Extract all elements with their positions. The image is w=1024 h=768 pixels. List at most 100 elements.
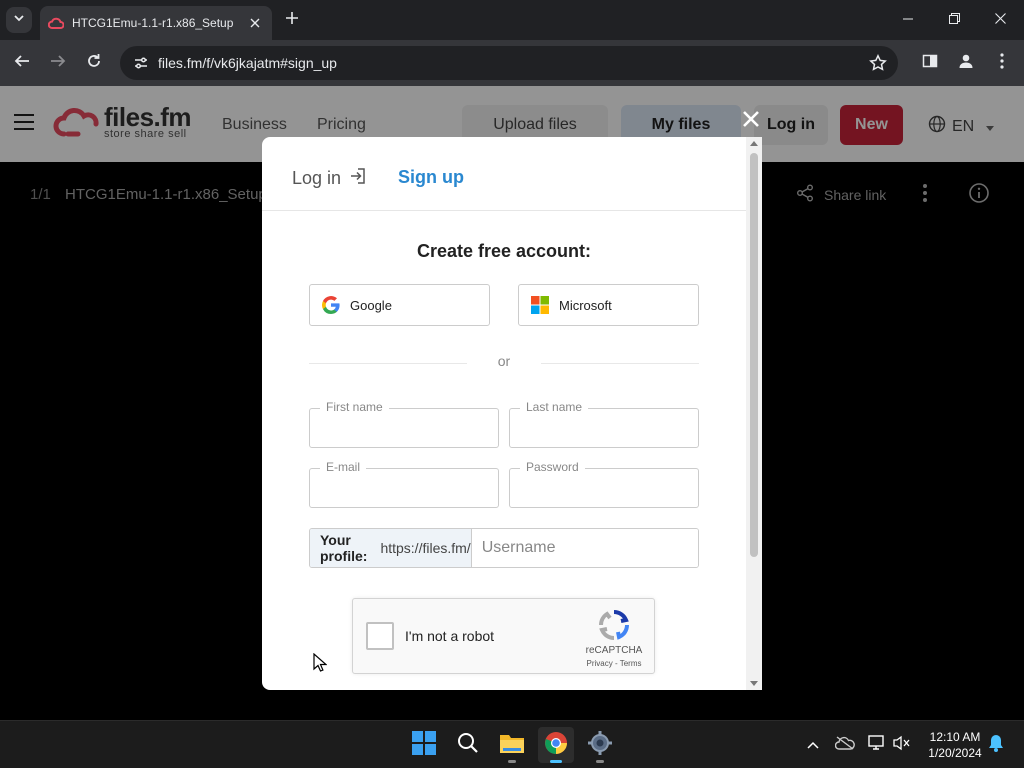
username-input[interactable] [470,529,698,567]
profile-label: Your profile: [320,532,368,564]
notifications-button[interactable] [986,734,1006,757]
mouse-cursor-icon [313,653,327,672]
restore-icon [948,11,960,29]
modal-close-button[interactable] [740,110,762,132]
minimize-icon [903,11,913,29]
taskbar-search-button[interactable] [450,727,486,763]
new-tab-button[interactable] [282,10,302,30]
folder-icon [499,732,525,759]
microsoft-icon [531,296,549,314]
modal-scrollbar[interactable] [746,137,762,690]
browser-toolbar: files.fm/f/vk6jkajatm#sign_up [0,40,1024,86]
profile-url-row: Your profile: https://files.fm/ [309,528,699,568]
chrome-icon [544,731,568,760]
reload-icon [86,53,102,74]
recaptcha-terms[interactable]: Privacy - Terms [575,659,653,668]
recaptcha-brand: reCAPTCHA [585,645,643,656]
microsoft-signin-button[interactable]: Microsoft [518,284,699,326]
google-label: Google [350,297,392,313]
tab-search-button[interactable] [6,7,32,33]
clock-date: 1/20/2024 [928,746,982,760]
running-indicator [596,760,604,763]
settings-gear-icon [588,730,612,760]
login-arrow-icon [349,167,367,190]
side-panel-icon [922,53,938,74]
chevron-down-icon [13,11,25,29]
password-field[interactable]: Password [509,460,699,508]
profile-icon [957,52,975,75]
minimize-button[interactable] [898,10,918,30]
tray-overflow-button[interactable] [803,735,823,755]
email-input[interactable] [310,469,498,507]
arrow-right-icon [50,53,66,74]
site-settings-icon[interactable] [124,55,158,71]
windows-taskbar: 12:10 AM 1/20/2024 [0,720,1024,768]
tab-title: HTCG1Emu-1.1-r1.x86_Setup [72,16,234,30]
taskbar-settings[interactable] [582,727,618,763]
taskbar-clock[interactable]: 12:10 AM 1/20/2024 [920,729,990,761]
first-name-field[interactable]: First name [309,400,499,448]
tab-login-label: Log in [292,168,342,188]
recaptcha-checkbox[interactable] [366,622,394,650]
profile-domain: https://files.fm/ [380,540,471,556]
browser-titlebar: HTCG1Emu-1.1-r1.x86_Setup [0,0,1024,40]
browser-menu-button[interactable] [990,51,1014,75]
close-icon [742,110,760,133]
cloud-off-icon [834,735,855,755]
microsoft-label: Microsoft [559,297,612,313]
volume-muted-icon [893,735,911,756]
auth-tabs: Log in Sign up [262,137,746,211]
forward-button[interactable] [46,51,70,75]
last-name-input[interactable] [510,409,698,447]
scroll-up-arrow-icon[interactable] [750,141,758,146]
windows-logo-icon [412,730,436,760]
recaptcha-widget: I'm not a robot reCAPTCHA Privacy - Term… [352,598,655,674]
scrollbar-thumb[interactable] [750,153,758,557]
password-input[interactable] [510,469,698,507]
active-indicator [550,760,562,763]
search-icon [457,732,479,759]
profile-button[interactable] [954,51,978,75]
files-fm-favicon-icon [48,15,64,31]
last-name-field[interactable]: Last name [509,400,699,448]
browser-tab-active[interactable]: HTCG1Emu-1.1-r1.x86_Setup [40,6,272,40]
taskbar-chrome[interactable] [538,727,574,763]
or-text: or [497,353,511,369]
start-button[interactable] [406,727,442,763]
network-icon [868,734,886,756]
tab-close-icon[interactable] [246,14,264,32]
bookmark-star-icon[interactable] [868,53,888,73]
side-panel-button[interactable] [918,51,942,75]
google-signin-button[interactable]: Google [309,284,490,326]
restore-button[interactable] [944,10,964,30]
plus-icon [286,11,298,29]
scroll-down-arrow-icon[interactable] [750,681,758,686]
tab-login[interactable]: Log in [292,167,367,190]
chevron-up-icon [807,736,819,754]
address-bar[interactable]: files.fm/f/vk6jkajatm#sign_up [120,46,898,80]
first-name-input[interactable] [310,409,498,447]
close-icon [994,11,1006,29]
or-divider: or [309,353,699,371]
google-icon [322,296,340,314]
signup-modal: Log in Sign up Create free account: Goog… [262,137,762,690]
back-button[interactable] [10,51,34,75]
onedrive-tray-icon[interactable] [834,735,855,755]
profile-prefix: Your profile: https://files.fm/ [310,529,471,567]
url-text: files.fm/f/vk6jkajatm#sign_up [158,55,337,71]
tab-signup[interactable]: Sign up [398,167,464,188]
arrow-left-icon [14,53,30,74]
window-close-button[interactable] [990,10,1010,30]
divider-line-right [541,363,699,364]
recaptcha-logo-icon [598,610,629,640]
running-indicator [508,760,516,763]
kebab-menu-icon [1000,52,1004,74]
volume-tray-icon[interactable] [892,735,912,755]
reload-button[interactable] [82,51,106,75]
taskbar-file-explorer[interactable] [494,727,530,763]
bell-icon [988,734,1004,757]
email-field[interactable]: E-mail [309,460,499,508]
network-tray-icon[interactable] [867,734,887,756]
recaptcha-text: I'm not a robot [405,628,495,644]
modal-heading: Create free account: [416,241,592,261]
